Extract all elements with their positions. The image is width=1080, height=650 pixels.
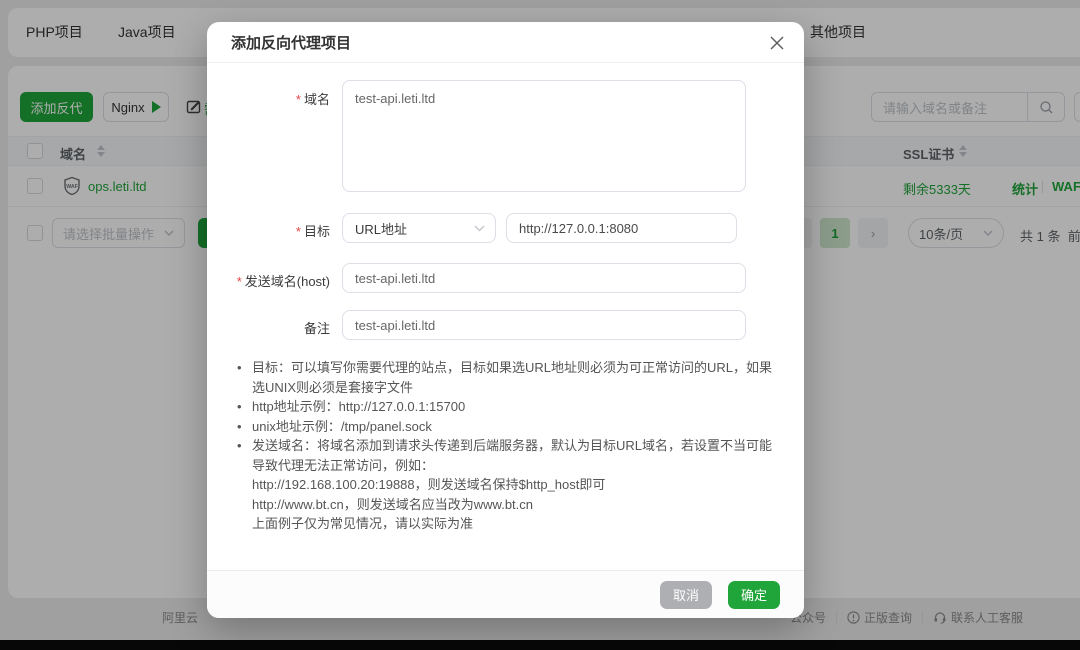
dialog-footer: 取消 确定 — [207, 570, 804, 618]
close-icon — [769, 35, 785, 51]
chevron-down-icon — [474, 225, 485, 232]
remark-field-label: 备注 — [207, 318, 330, 337]
target-type-select[interactable]: URL地址 — [342, 213, 496, 243]
required-asterisk: * — [296, 92, 301, 107]
help-bullet-list: 目标：可以填写你需要代理的站点，目标如果选URL地址则必须为可正常访问的URL，… — [235, 358, 783, 534]
remark-input[interactable] — [342, 310, 746, 340]
target-type-value: URL地址 — [355, 219, 407, 238]
target-field-label: *目标 — [207, 221, 330, 240]
help-bullet: 目标：可以填写你需要代理的站点，目标如果选URL地址则必须为可正常访问的URL，… — [235, 358, 783, 397]
help-bullet: http地址示例：http://127.0.0.1:15700 — [235, 397, 783, 417]
close-button[interactable] — [768, 34, 786, 52]
dialog-header: 添加反向代理项目 — [207, 22, 804, 63]
cancel-button[interactable]: 取消 — [660, 581, 712, 609]
required-asterisk: * — [237, 274, 242, 289]
add-reverse-proxy-dialog: 添加反向代理项目 *域名 test-api.leti.ltd *目标 URL地址… — [207, 22, 804, 618]
dialog-title: 添加反向代理项目 — [231, 32, 351, 53]
required-asterisk: * — [296, 224, 301, 239]
help-bullet: 发送域名：将域名添加到请求头传递到后端服务器，默认为目标URL域名，若设置不当可… — [235, 436, 783, 534]
send-host-input[interactable] — [342, 263, 746, 293]
domain-field-label: *域名 — [207, 89, 330, 108]
host-field-label: *发送域名(host) — [207, 271, 330, 290]
domain-textarea[interactable]: test-api.leti.ltd — [342, 80, 746, 192]
help-bullet: unix地址示例：/tmp/panel.sock — [235, 417, 783, 437]
target-url-input[interactable] — [506, 213, 737, 243]
confirm-button[interactable]: 确定 — [728, 581, 780, 609]
